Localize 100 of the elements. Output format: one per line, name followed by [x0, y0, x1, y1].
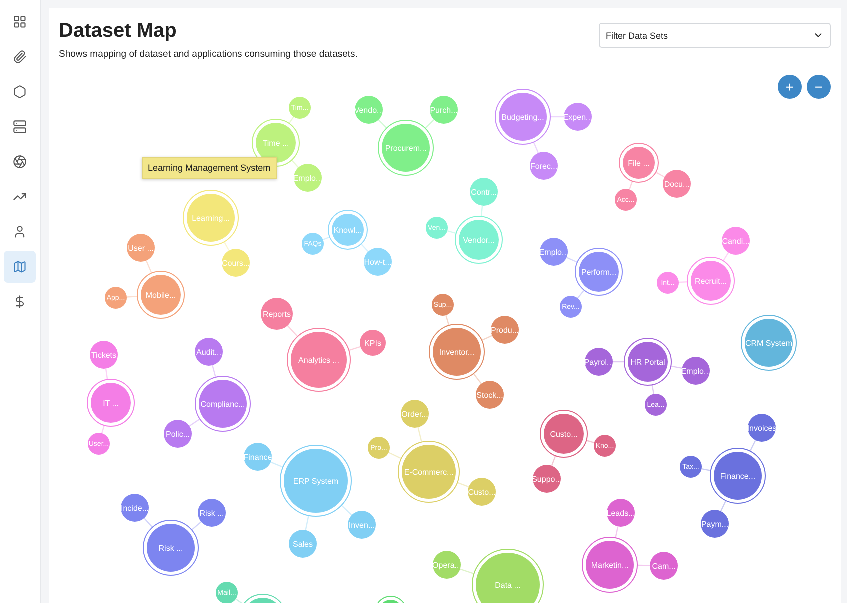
dataset-node[interactable]: Contr...	[470, 178, 498, 206]
dataset-node[interactable]: KPIs	[360, 330, 386, 356]
application-node[interactable]: CRM System	[741, 315, 797, 371]
dataset-node[interactable]: Payrol...	[585, 348, 613, 376]
application-node[interactable]: Recruit...	[687, 257, 735, 305]
connector-line	[270, 462, 283, 468]
application-node[interactable]: Learning...	[183, 190, 239, 246]
connector-line	[586, 440, 595, 444]
connector-line	[447, 230, 456, 234]
connector-line	[236, 598, 244, 603]
dataset-node[interactable]: Cam...	[650, 552, 678, 580]
dataset-node[interactable]: Sales	[289, 530, 317, 558]
dataset-node[interactable]: Emplo...	[540, 238, 568, 266]
connector-line	[482, 335, 493, 341]
page-subtitle: Shows mapping of dataset and applications consuming those datasets.	[59, 49, 358, 60]
server-icon	[13, 120, 27, 134]
zoom-in-button[interactable]: +	[778, 75, 802, 99]
connector-line	[126, 296, 138, 298]
application-node[interactable]: Risk ...	[143, 520, 199, 576]
dataset-node[interactable]: User ...	[127, 234, 155, 262]
connector-line	[425, 119, 435, 129]
connector-line	[551, 116, 564, 118]
page-title: Dataset Map	[59, 20, 178, 43]
dataset-node[interactable]: Produ...	[491, 316, 519, 344]
connector-line	[388, 452, 402, 460]
dataset-node[interactable]: Candi...	[722, 227, 750, 255]
connector-line	[418, 427, 422, 442]
dataset-node[interactable]: Emplo...	[682, 357, 710, 385]
aperture-icon	[13, 155, 27, 169]
dataset-node[interactable]: Docu...	[663, 170, 691, 198]
dataset-node[interactable]: Paym...	[701, 510, 729, 538]
dataset-node[interactable]: Finance	[244, 443, 272, 471]
connector-line	[615, 526, 619, 538]
dataset-node[interactable]: Inven...	[348, 511, 376, 539]
connector-line	[551, 456, 556, 466]
dataset-node[interactable]: How-t...	[364, 248, 392, 276]
dataset-node[interactable]: Tickets	[90, 341, 118, 369]
dataset-node[interactable]: Polic...	[164, 420, 192, 448]
connector-line	[189, 419, 200, 427]
application-node[interactable]: Mobile...	[137, 271, 185, 319]
dataset-node[interactable]: Opera...	[433, 551, 461, 579]
connector-line	[638, 564, 650, 566]
application-node[interactable]: Finance...	[710, 448, 766, 504]
connector-line	[577, 290, 584, 299]
connector-line	[723, 252, 730, 261]
connector-line	[212, 365, 216, 378]
connector-line	[361, 244, 369, 252]
application-node[interactable]: Knowl...	[328, 210, 368, 250]
connector-line	[146, 260, 152, 274]
application-node[interactable]: Data ...	[472, 549, 544, 603]
connector-line	[656, 172, 666, 178]
application-node[interactable]: Marketin...	[582, 537, 638, 593]
application-node[interactable]: Procurem...	[378, 120, 434, 176]
connector-line	[349, 346, 361, 351]
connector-line	[305, 516, 310, 530]
application-node[interactable]: ERP System	[280, 445, 352, 517]
dataset-node[interactable]: Reports	[261, 298, 293, 330]
dataset-node[interactable]: Leads...	[607, 499, 635, 527]
connector-line	[474, 374, 482, 384]
tooltip: Learning Management System	[142, 157, 277, 179]
connector-line	[105, 368, 108, 380]
dataset-node[interactable]: Audit...	[195, 338, 223, 366]
application-node[interactable]: Complianc...	[195, 376, 251, 432]
dataset-node[interactable]: Stock...	[476, 381, 504, 409]
zoom-out-button[interactable]: −	[807, 75, 831, 99]
dataset-node[interactable]: Cours...	[222, 249, 250, 277]
connector-line	[629, 182, 633, 190]
sidebar-item[interactable]	[4, 251, 36, 283]
connector-line	[750, 440, 756, 452]
dataset-node[interactable]: Custo...	[468, 478, 496, 506]
application-node[interactable]: Perform...	[575, 248, 623, 296]
application-node[interactable]: Vendor...	[455, 216, 503, 264]
connector-line	[192, 522, 202, 530]
dollar-icon	[13, 295, 27, 309]
dataset-node[interactable]: Forec...	[530, 152, 558, 180]
dataset-node[interactable]: Incide...	[121, 494, 149, 522]
hexagon-icon	[13, 85, 27, 99]
connector-line	[378, 120, 387, 128]
dataset-node[interactable]: Purch...	[430, 96, 458, 124]
application-node[interactable]: Analytics ...	[287, 328, 351, 392]
connector-line	[613, 361, 624, 363]
dataset-node[interactable]: Order...	[401, 400, 429, 428]
dataset-node[interactable]: Invoices	[748, 414, 776, 442]
application-node[interactable]: E-Commerc...	[398, 441, 460, 503]
application-node[interactable]: Inventor...	[429, 324, 485, 380]
application-node[interactable]: Budgeting...	[495, 89, 551, 145]
dataset-node[interactable]: Emplo...	[294, 164, 322, 192]
application-node[interactable]: HR Portal	[624, 338, 672, 386]
application-node[interactable]: IT ...	[87, 379, 135, 427]
connector-line	[720, 501, 726, 512]
application-node[interactable]: File ...	[619, 143, 659, 183]
connector-line	[566, 257, 578, 263]
connector-line	[702, 468, 711, 472]
application-node[interactable]: Custo...	[540, 410, 588, 458]
connector-line	[323, 236, 330, 240]
dataset-node[interactable]: Risk ...	[198, 499, 226, 527]
dataset-node[interactable]: Expen...	[564, 103, 592, 131]
filter-select[interactable]: Filter Data Sets	[599, 23, 831, 48]
connector-line	[102, 426, 105, 434]
connector-line	[652, 385, 655, 394]
